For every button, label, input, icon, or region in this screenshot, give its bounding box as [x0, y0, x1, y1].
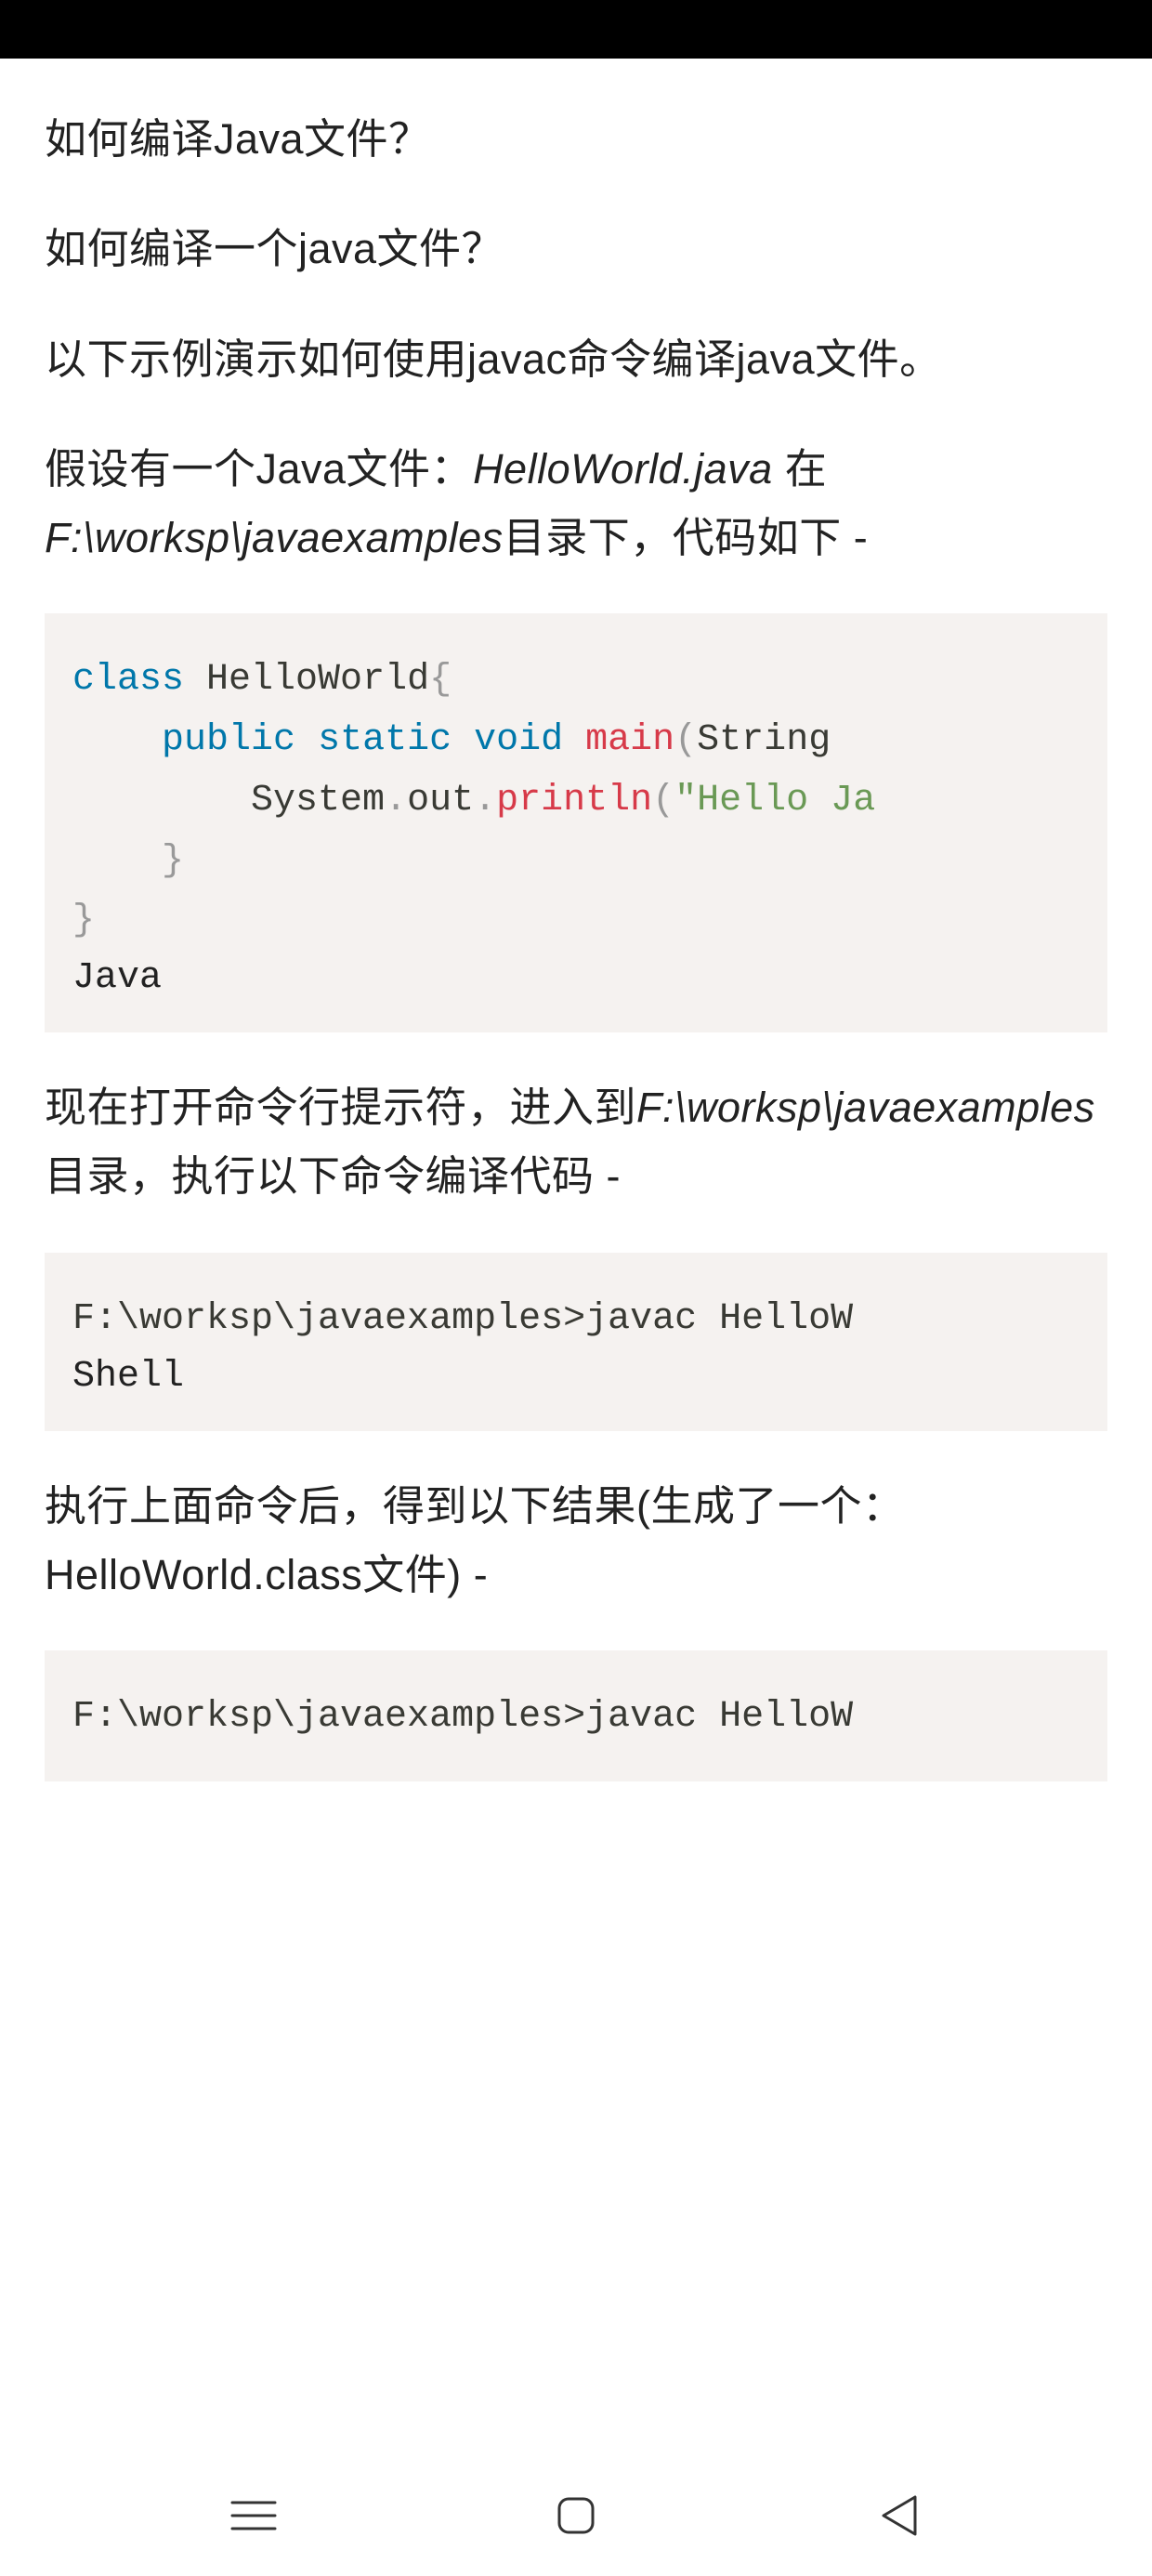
string-token: "Hello Ja: [674, 780, 875, 821]
output-code-block: F:\worksp\javaexamples>javac HelloW: [45, 1650, 1107, 1781]
path-em: F:\worksp\javaexamples: [45, 514, 504, 561]
filename-em: HelloWorld.java: [473, 445, 773, 493]
code-language-label: Java: [72, 957, 1080, 999]
title-line: 如何编译Java文件？: [45, 105, 1107, 174]
recent-apps-button[interactable]: [220, 2482, 287, 2549]
text-span: 在: [773, 445, 828, 493]
code-line: F:\worksp\javaexamples>javac HelloW: [72, 1290, 1080, 1350]
keyword-token: static: [318, 719, 452, 761]
article-content: 如何编译Java文件？ 如何编译一个java文件？ 以下示例演示如何使用java…: [0, 59, 1152, 1781]
shell-code-block: F:\worksp\javaexamples>javac HelloW Shel…: [45, 1253, 1107, 1431]
code-line: F:\worksp\javaexamples>javac HelloW: [72, 1688, 1080, 1748]
android-nav-bar: [0, 2455, 1152, 2576]
file-location-paragraph: 假设有一个Java文件：HelloWorld.java 在 F:\worksp\…: [45, 435, 1107, 573]
subtitle-line: 如何编译一个java文件？: [45, 215, 1107, 283]
code-line: }: [72, 891, 1080, 952]
intro-paragraph: 以下示例演示如何使用javac命令编译java文件。: [45, 325, 1107, 394]
keyword-token: void: [474, 719, 563, 761]
type-token: String: [697, 719, 853, 761]
code-line: public static void main(String: [72, 711, 1080, 771]
code-line: }: [72, 832, 1080, 892]
text-span: 目录下，代码如下 -: [504, 514, 869, 561]
ident-token: System: [72, 780, 385, 821]
back-button[interactable]: [865, 2482, 932, 2549]
text-span: 目录，执行以下命令编译代码 -: [45, 1152, 621, 1200]
instruction-paragraph: 现在打开命令行提示符，进入到F:\worksp\javaexamples 目录，执…: [45, 1073, 1107, 1212]
keyword-token: class: [72, 659, 184, 701]
keyword-token: public: [162, 719, 295, 761]
punct-token: (: [652, 780, 674, 821]
result-paragraph: 执行上面命令后，得到以下结果(生成了一个：HelloWorld.class文件)…: [45, 1472, 1107, 1610]
punct-token: (: [674, 719, 697, 761]
punct-token: {: [429, 659, 452, 701]
java-code-block: class HelloWorld{ public static void mai…: [45, 613, 1107, 1032]
text-span: 假设有一个Java文件：: [45, 445, 473, 493]
home-button[interactable]: [543, 2482, 609, 2549]
punct-token: .: [385, 780, 407, 821]
code-line: class HelloWorld{: [72, 651, 1080, 711]
path-em: F:\worksp\javaexamples: [636, 1084, 1095, 1131]
class-name-token: HelloWorld: [184, 659, 429, 701]
function-token: println: [496, 780, 652, 821]
code-line: System.out.println("Hello Ja: [72, 771, 1080, 832]
status-bar: [0, 0, 1152, 59]
ident-token: out: [407, 780, 474, 821]
punct-token: .: [474, 780, 496, 821]
function-token: main: [585, 719, 674, 761]
text-span: 现在打开命令行提示符，进入到: [45, 1084, 636, 1131]
code-language-label: Shell: [72, 1356, 1080, 1398]
